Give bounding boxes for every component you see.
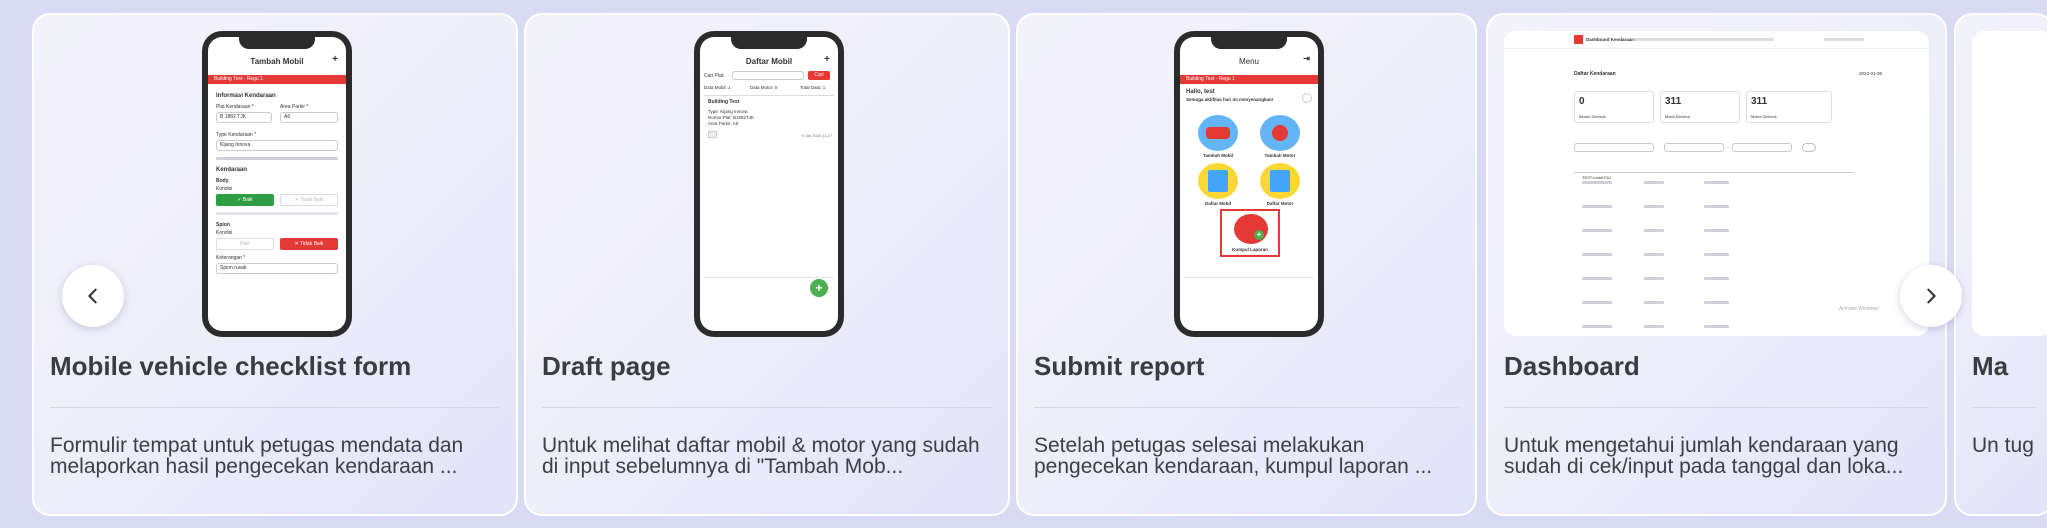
- item-area: Area Parkir: A6: [708, 121, 739, 126]
- screen-title: Daftar Mobil: [745, 57, 793, 66]
- area-label: Area Parkir *: [280, 104, 309, 110]
- count-motor: Data Motor: 0: [750, 85, 778, 90]
- filter-lokasi[interactable]: [1574, 143, 1654, 152]
- card-description: Formulir tempat untuk petugas mendata da…: [50, 435, 464, 478]
- plus-icon: +: [824, 54, 830, 65]
- toggle-switch[interactable]: [1802, 143, 1816, 152]
- kumpul-laporan-label: Kumpul Laporan: [1232, 247, 1268, 252]
- card-title: Mobile vehicle checklist form: [50, 351, 412, 381]
- partial-screenshot: [1972, 31, 2047, 336]
- card-description: Untuk melihat daftar mobil & motor yang …: [542, 435, 980, 478]
- card-submit-report[interactable]: Menu ⇥ Building Test - Regu 1 Hallo, tes…: [1016, 13, 1477, 516]
- divider: [1972, 407, 2036, 408]
- stat-card-motor: 311 Motor Dicheck: [1746, 91, 1832, 123]
- count-mobil: Data Mobil: 1: [704, 85, 731, 90]
- plat-label: Plat Kendaraan *: [216, 104, 254, 110]
- item-type: Type: Kijang Innova: [708, 109, 748, 114]
- add-fab-button[interactable]: +: [810, 279, 828, 297]
- divider: [542, 407, 992, 408]
- card-partial[interactable]: Ma Un tug: [1954, 13, 2047, 516]
- plat-field[interactable]: B 1882 TJK: [216, 112, 272, 123]
- dashboard-date: 2023-01-08: [1859, 71, 1883, 76]
- area-field[interactable]: A6: [280, 112, 338, 123]
- keterangan-field[interactable]: Spion rusak: [216, 263, 338, 274]
- spion-label: Spion: [216, 222, 230, 228]
- daftar-mobil-label: Daftar Mobil: [1204, 201, 1231, 206]
- filter-kendaraan[interactable]: [1732, 143, 1792, 152]
- data-table: TEST-mobil-FA1: [1574, 161, 1854, 336]
- screen-title: Tambah Mobil: [250, 57, 304, 66]
- plus-icon: +: [332, 54, 338, 65]
- item-date: 9 Jan 2024 11:27: [801, 133, 832, 138]
- stat-card-belum: 0 Belum Dicheck: [1574, 91, 1654, 123]
- logo-icon: [1574, 35, 1583, 44]
- type-label: Type Kendaraan *: [216, 132, 257, 138]
- carousel-track: Tambah Mobil + Building Test - Regu 1 In…: [0, 0, 2047, 528]
- prev-button[interactable]: [62, 265, 124, 327]
- card-title: Draft page: [542, 351, 671, 381]
- cari-button[interactable]: Cari: [808, 71, 830, 80]
- card-description: Untuk mengetahui jumlah kendaraan yang s…: [1504, 435, 1904, 478]
- chevron-right-icon: [1927, 288, 1936, 304]
- tidak-baik-button[interactable]: ✕ Tidak Baik: [280, 194, 338, 206]
- card-dashboard[interactable]: Dashboard Kendaraan Daftar Kendaraan 202…: [1486, 13, 1947, 516]
- cari-label: Cari Plat:: [704, 73, 725, 79]
- card-title: Ma: [1972, 351, 2009, 381]
- screen-title: Menu: [1238, 57, 1259, 66]
- card-title: Dashboard: [1504, 351, 1640, 381]
- count-total: Total Data: 1: [800, 85, 826, 90]
- avatar[interactable]: [1302, 93, 1312, 103]
- tambah-motor-icon[interactable]: [1260, 115, 1300, 151]
- baik-button-2[interactable]: Baik: [216, 238, 274, 250]
- daftar-mobil-icon[interactable]: [1198, 163, 1238, 199]
- daftar-motor-icon[interactable]: [1260, 163, 1300, 199]
- stat-card-mobil: 311 Mobil Dicheck: [1660, 91, 1740, 123]
- card-draft-page[interactable]: Daftar Mobil + Cari Plat: Cari Data Mobi…: [524, 13, 1010, 516]
- body-label: Body: [216, 178, 229, 184]
- trash-icon[interactable]: [708, 131, 717, 138]
- type-field[interactable]: Kijang Innova: [216, 140, 338, 151]
- phone-mockup-tambah-mobil: Tambah Mobil + Building Test - Regu 1 In…: [202, 31, 352, 337]
- tambah-mobil-label: Tambah Mobil: [1203, 153, 1233, 158]
- location-bar: Building Test - Regu 1: [1180, 75, 1318, 84]
- logout-icon[interactable]: ⇥: [1303, 54, 1310, 63]
- chevron-left-icon: [88, 288, 97, 304]
- section-kendaraan: Kendaraan: [216, 167, 248, 173]
- card-description: Un tug: [1972, 435, 2034, 457]
- tidak-baik-button-2[interactable]: ✕ Tidak Baik: [280, 238, 338, 250]
- dashboard-page-title: Daftar Kendaraan: [1574, 71, 1616, 77]
- item-plat: Nomor Plat: B1882TJK: [708, 115, 755, 120]
- dashboard-screenshot: Dashboard Kendaraan Daftar Kendaraan 202…: [1504, 31, 1929, 336]
- tambah-mobil-icon[interactable]: [1198, 115, 1238, 151]
- card-mobile-vehicle-checklist[interactable]: Tambah Mobil + Building Test - Regu 1 In…: [32, 13, 518, 516]
- filter-tanggal[interactable]: [1664, 143, 1724, 152]
- table-first-cell: TEST-mobil-FA1: [1582, 175, 1612, 180]
- daftar-motor-label: Daftar Motor: [1266, 201, 1294, 206]
- card-description: Setelah petugas selesai melakukan pengec…: [1034, 435, 1433, 478]
- keterangan-label: Keterangan *: [216, 255, 246, 261]
- watermark-text: Activate Windows: [1839, 306, 1879, 312]
- cari-input[interactable]: [732, 71, 804, 80]
- divider: [50, 407, 500, 408]
- section-heading: Informasi Kendaraan: [216, 93, 276, 99]
- kondisi-label: Kondisi: [216, 186, 233, 192]
- baik-button[interactable]: ✓ Baik: [216, 194, 274, 206]
- subgreeting: Semoga aktifitas hari ini menyenangkan!: [1186, 97, 1274, 102]
- plus-icon: +: [1254, 230, 1264, 240]
- next-button[interactable]: [1900, 265, 1962, 327]
- kumpul-laporan-button[interactable]: + Kumpul Laporan: [1220, 209, 1280, 257]
- divider: [1504, 407, 1929, 408]
- divider: [1034, 407, 1459, 408]
- dashboard-header-title: Dashboard Kendaraan: [1586, 37, 1635, 42]
- tambah-motor-label: Tambah Motor: [1264, 153, 1296, 158]
- card-title: Submit report: [1034, 351, 1205, 381]
- phone-mockup-menu: Menu ⇥ Building Test - Regu 1 Hallo, tes…: [1174, 31, 1324, 337]
- kondisi-label-2: Kondisi: [216, 230, 233, 236]
- item-building: Building Test: [708, 99, 740, 105]
- greeting: Hallo, test: [1186, 89, 1215, 95]
- location-bar: Building Test - Regu 1: [208, 75, 346, 84]
- phone-mockup-daftar-mobil: Daftar Mobil + Cari Plat: Cari Data Mobi…: [694, 31, 844, 337]
